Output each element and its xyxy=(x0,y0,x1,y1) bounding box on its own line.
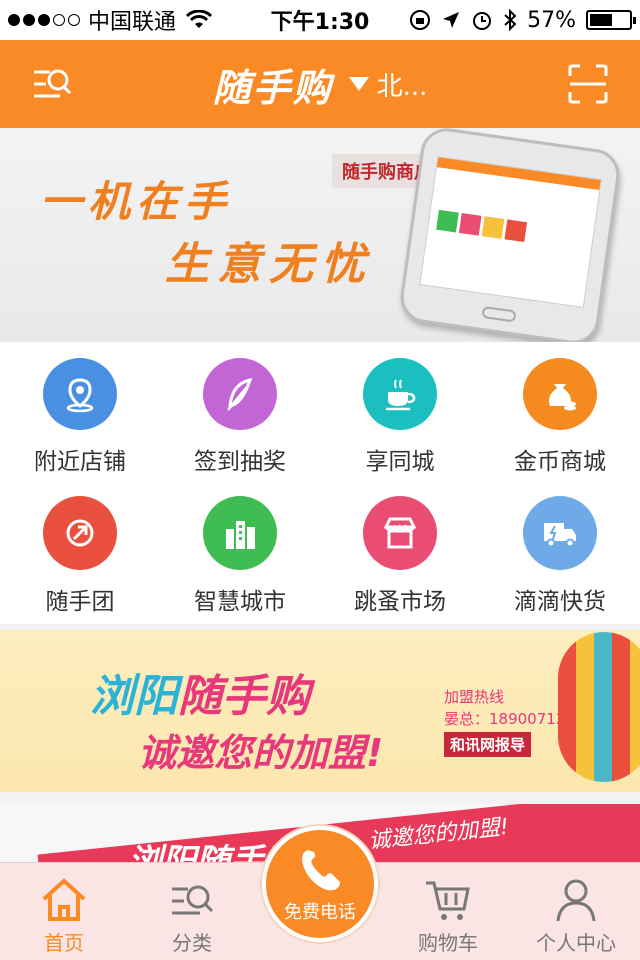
grid-item-label: 享同城 xyxy=(365,449,435,475)
grid-item[interactable]: 附近店铺 xyxy=(0,342,160,476)
city-selector[interactable]: 北... xyxy=(348,66,428,103)
user-icon xyxy=(556,879,596,922)
tab-category[interactable]: 分类 xyxy=(128,863,256,960)
franchise-ad-banner[interactable]: 浏阳随手购 诚邀您的加盟! 加盟热线 晏总：18900712532 和讯网报导 xyxy=(0,630,640,792)
grid-item-label: 智慧城市 xyxy=(194,589,286,615)
alarm-icon xyxy=(473,12,492,30)
phone-icon xyxy=(302,850,340,891)
grid-item[interactable]: 滴滴快货 xyxy=(480,476,640,624)
grid-item-label: 签到抽奖 xyxy=(194,449,286,475)
free-call-button[interactable]: 免费电话 xyxy=(262,826,378,960)
grid-item[interactable]: 跳蚤市场 xyxy=(320,476,480,624)
app-header: 随手购 北... xyxy=(0,40,640,128)
city-name: 北... xyxy=(376,71,428,102)
hotline-label: 加盟热线 xyxy=(444,688,505,706)
home-icon xyxy=(42,878,86,921)
category-search-icon xyxy=(172,885,214,915)
tab-cart[interactable]: 购物车 xyxy=(384,863,512,960)
grid-item-label: 附近店铺 xyxy=(34,449,126,475)
arrow-circle-icon xyxy=(43,496,117,570)
grid-item-label: 跳蚤市场 xyxy=(354,589,446,615)
scan-icon[interactable] xyxy=(566,62,610,106)
city-buildings-icon xyxy=(203,496,277,570)
promo-carousel[interactable]: 一机在手 生意无忧 随手购商户版 xyxy=(0,128,640,342)
banner-slogan-line1: 一机在手 xyxy=(40,177,233,226)
delivery-truck-icon xyxy=(523,496,597,570)
app-logo: 随手购 xyxy=(212,65,333,110)
grid-item[interactable]: 签到抽奖 xyxy=(160,342,320,476)
grid-item[interactable]: 享同城 xyxy=(320,342,480,476)
tab-home[interactable]: 首页 xyxy=(0,863,128,960)
ad-title: 浏阳随手购 xyxy=(90,671,310,722)
dropdown-triangle-icon xyxy=(348,77,369,91)
orientation-lock-icon xyxy=(410,10,431,30)
coffee-cup-icon xyxy=(363,358,437,430)
free-call-label: 免费电话 xyxy=(284,902,356,923)
wifi-icon xyxy=(186,10,213,28)
grid-item-label: 滴滴快货 xyxy=(514,589,606,615)
shopping-cart-icon xyxy=(426,881,470,920)
grid-item-label: 随手团 xyxy=(45,589,115,615)
tab-profile[interactable]: 个人中心 xyxy=(512,863,640,960)
storefront-icon xyxy=(363,496,437,570)
ad-subtitle: 诚邀您的加盟! xyxy=(138,731,384,775)
signal-strength-icon xyxy=(8,14,80,26)
grid-item[interactable]: 随手团 xyxy=(0,476,160,624)
banner-slogan-line2: 生意无忧 xyxy=(165,239,373,290)
battery-percent: 57% xyxy=(527,7,576,33)
phone-illustration xyxy=(397,128,623,342)
tab-cart-label: 购物车 xyxy=(418,931,478,955)
grid-item[interactable]: 智慧城市 xyxy=(160,476,320,624)
grid-item-label: 金币商城 xyxy=(514,449,606,475)
location-pin-icon xyxy=(43,358,117,430)
location-arrow-icon xyxy=(443,12,460,28)
bluetooth-icon xyxy=(504,9,517,31)
carrier-name: 中国联通 xyxy=(88,10,177,35)
feature-grid: 附近店铺 签到抽奖 享同城 金币商城随手团 智慧城市 跳蚤市场 滴滴快货 xyxy=(0,342,640,624)
status-bar: 中国联通 下午1:30 57% xyxy=(0,0,640,40)
tab-category-label: 分类 xyxy=(172,931,212,955)
hot-air-balloon-illustration xyxy=(558,632,640,782)
money-bag-icon xyxy=(523,358,597,430)
feather-icon xyxy=(203,358,277,430)
grid-item[interactable]: 金币商城 xyxy=(480,342,640,476)
tab-profile-label: 个人中心 xyxy=(536,931,616,955)
battery-icon xyxy=(586,10,636,30)
clock: 下午1:30 xyxy=(270,10,370,35)
category-menu-icon[interactable] xyxy=(30,62,74,106)
media-badge: 和讯网报导 xyxy=(444,732,532,757)
tab-home-label: 首页 xyxy=(44,931,84,955)
